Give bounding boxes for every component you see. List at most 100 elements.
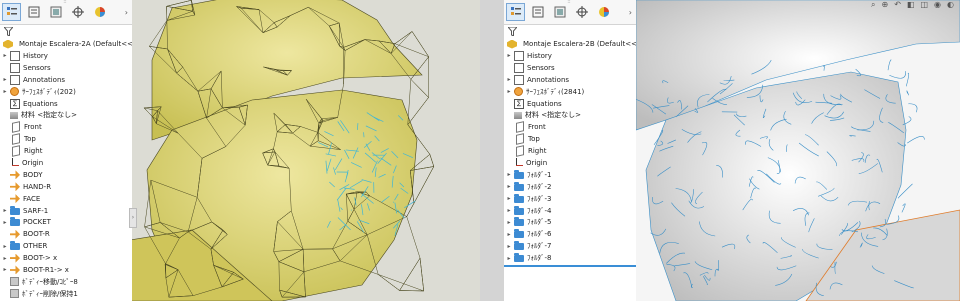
- tree-item[interactable]: ∑ Equations: [0, 98, 132, 110]
- tree-item[interactable]: Origin: [0, 157, 132, 169]
- zoom-to-fit-icon[interactable]: ⌕: [871, 0, 875, 10]
- view-orientation-icon[interactable]: ◫: [920, 0, 928, 10]
- expand-arrow-icon[interactable]: ▸: [0, 76, 10, 83]
- tree-item[interactable]: BOOT-R: [0, 228, 132, 240]
- expand-arrow-icon[interactable]: ▸: [0, 255, 10, 262]
- tree-item[interactable]: Front: [504, 121, 636, 134]
- tree-item[interactable]: ▸ Annotations: [0, 74, 132, 86]
- tree-item[interactable]: ▸ OTHER: [0, 240, 132, 252]
- zoom-area-icon[interactable]: ⊕: [882, 0, 889, 10]
- tree-root-assembly[interactable]: Montaje Escalera-2B (Default<<Default: [504, 38, 636, 50]
- previous-view-icon[interactable]: ↶: [894, 0, 901, 10]
- display-style-icon[interactable]: ◉: [934, 0, 941, 10]
- expand-arrow-icon[interactable]: ▸: [0, 52, 10, 59]
- tree-item-label: BOOT-R: [23, 230, 50, 239]
- tree-item[interactable]: ▸ BOOT-R1-> x: [0, 264, 132, 276]
- tree-item[interactable]: Right: [504, 145, 636, 157]
- graphics-area-b[interactable]: ⌕ ⊕ ↶ ◧ ◫ ◉ ◐: [634, 0, 960, 301]
- tree-item[interactable]: ▸ ﾌｫﾙﾀﾞ-5: [504, 216, 636, 228]
- configuration-manager-tab[interactable]: [550, 3, 569, 21]
- tree-item[interactable]: Origin: [504, 157, 636, 169]
- tree-item[interactable]: 材料 <指定なし>: [0, 109, 132, 121]
- tree-item[interactable]: Sensors: [0, 62, 132, 74]
- expand-arrow-icon[interactable]: ▸: [504, 207, 514, 214]
- tree-item[interactable]: ▸ ﾌｫﾙﾀﾞ-3: [504, 193, 636, 205]
- expand-arrow-icon[interactable]: ▸: [504, 88, 514, 95]
- tree-item[interactable]: Top: [504, 133, 636, 146]
- mesh-model-coarse[interactable]: [129, 0, 480, 301]
- tree-item[interactable]: Top: [0, 133, 132, 146]
- tree-item[interactable]: ∑ Equations: [504, 98, 636, 110]
- configuration-manager-tab[interactable]: [46, 3, 65, 21]
- tree-item[interactable]: ▸ History: [504, 50, 636, 62]
- tree-item[interactable]: FACE: [0, 193, 132, 205]
- property-manager-tab[interactable]: [24, 3, 43, 21]
- expand-arrow-icon[interactable]: ▸: [504, 219, 514, 226]
- splitter-bar[interactable]: [480, 0, 504, 301]
- tree-item[interactable]: ▸ ﾌｫﾙﾀﾞ-6: [504, 228, 636, 240]
- tree-item[interactable]: ▸ ｻｰﾌｪｽﾎﾞﾃﾞｨ(2841): [504, 86, 636, 98]
- tree-item[interactable]: ▸ ﾌｫﾙﾀﾞ-2: [504, 181, 636, 193]
- expand-arrow-icon[interactable]: ▸: [0, 88, 10, 95]
- graphics-area-a[interactable]: [129, 0, 480, 301]
- expand-arrow-icon[interactable]: ▸: [504, 76, 514, 83]
- tree-item-label: Right: [24, 147, 43, 156]
- hide-show-icon[interactable]: ◐: [947, 0, 954, 10]
- tree-item[interactable]: ﾎﾞﾃﾞｨｰ移動/ｺﾋﾟｰ8: [0, 276, 132, 288]
- tree-filter[interactable]: [0, 25, 132, 38]
- display-manager-tab[interactable]: [594, 3, 613, 21]
- delete-body-icon: [10, 289, 19, 299]
- rollback-bar[interactable]: [504, 265, 636, 267]
- tree-item[interactable]: ﾎﾞﾃﾞｨｰ削除/保持1: [0, 288, 132, 300]
- tree-item[interactable]: Front: [0, 121, 132, 134]
- tree-item[interactable]: ▸ History: [0, 50, 132, 62]
- window-splitter[interactable]: [480, 0, 504, 301]
- tree-item[interactable]: Right: [0, 145, 132, 157]
- property-manager-tab[interactable]: [528, 3, 547, 21]
- expand-arrow-icon[interactable]: ▸: [504, 231, 514, 238]
- tree-item[interactable]: ▸ ﾌｫﾙﾀﾞ-8: [504, 252, 636, 264]
- expand-arrow-icon[interactable]: ▸: [0, 219, 10, 226]
- tree-item[interactable]: Sensors: [504, 62, 636, 74]
- expand-arrow-icon[interactable]: ▸: [0, 266, 10, 273]
- feature-manager-tab[interactable]: [506, 3, 525, 21]
- folder-icon: [514, 253, 524, 263]
- feature-manager-tab[interactable]: [2, 3, 21, 21]
- chevron-right-icon[interactable]: ›: [125, 8, 128, 17]
- expand-arrow-icon[interactable]: ▸: [0, 243, 10, 250]
- tree-item[interactable]: ▸ ﾌｫﾙﾀﾞ-4: [504, 205, 636, 217]
- section-view-icon[interactable]: ◧: [907, 0, 915, 10]
- feature-tree-panel-b: ⁝⁝ › Montaje Escalera-2B (Default<<Def: [504, 0, 637, 301]
- expand-arrow-icon[interactable]: ▸: [504, 195, 514, 202]
- tree-item[interactable]: ▸ Annotations: [504, 74, 636, 86]
- expand-arrow-icon[interactable]: ▸: [504, 243, 514, 250]
- tree-item-label: ﾌｫﾙﾀﾞ-7: [527, 242, 552, 251]
- expand-arrow-icon[interactable]: ▸: [0, 207, 10, 214]
- grip-handle-icon[interactable]: ⁝⁝: [564, 0, 574, 5]
- tree-item-label: ﾌｫﾙﾀﾞ-1: [527, 170, 552, 179]
- dimxpert-manager-tab[interactable]: [68, 3, 87, 21]
- tree-root-assembly[interactable]: Montaje Escalera-2A (Default<<Default: [0, 38, 132, 50]
- tree-item[interactable]: ▸ POCKET: [0, 216, 132, 228]
- tree-item[interactable]: ▸ ｻｰﾌｪｽﾎﾞﾃﾞｨ(202): [0, 86, 132, 98]
- dimxpert-manager-tab[interactable]: [572, 3, 591, 21]
- tree-item[interactable]: ▸ ﾌｫﾙﾀﾞ-1: [504, 169, 636, 181]
- tree-filter[interactable]: [504, 25, 636, 38]
- tree-item[interactable]: ▸ ﾌｫﾙﾀﾞ-7: [504, 240, 636, 252]
- panel-collapse-handle[interactable]: ›: [129, 208, 137, 228]
- grip-handle-icon[interactable]: ⁝⁝: [60, 0, 70, 5]
- display-manager-tab[interactable]: [90, 3, 109, 21]
- tree-item[interactable]: BODY: [0, 169, 132, 181]
- tree-item[interactable]: ▸ SARF-1: [0, 205, 132, 217]
- expand-arrow-icon[interactable]: ▸: [504, 255, 514, 262]
- expand-arrow-icon[interactable]: ▸: [504, 183, 514, 190]
- tree-item[interactable]: ▸ BOOT-> x: [0, 252, 132, 264]
- tree-item-label: SARF-1: [23, 206, 49, 215]
- surface-patch-model[interactable]: [634, 0, 960, 301]
- chevron-right-icon[interactable]: ›: [629, 8, 632, 17]
- tree-item[interactable]: HAND-R: [0, 181, 132, 193]
- feature-icon: [10, 265, 20, 275]
- expand-arrow-icon[interactable]: ▸: [504, 52, 514, 59]
- tree-item[interactable]: 材料 <指定なし>: [504, 109, 636, 121]
- expand-arrow-icon[interactable]: ▸: [504, 171, 514, 178]
